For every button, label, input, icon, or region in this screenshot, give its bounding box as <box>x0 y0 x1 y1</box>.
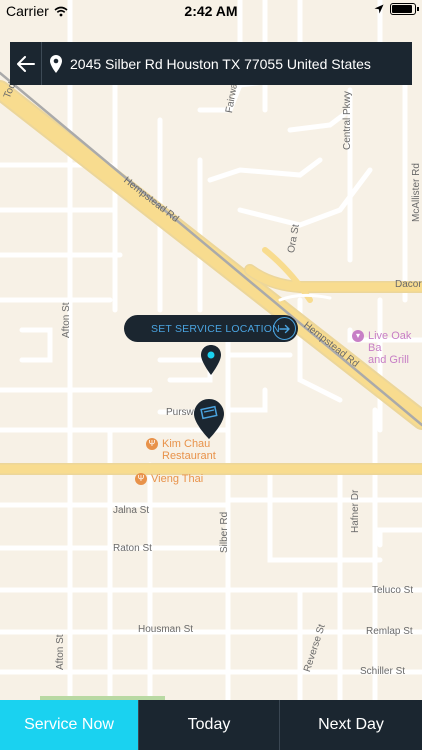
tab-next-day[interactable]: Next Day <box>279 700 422 750</box>
street-label-dacoma: Dacor <box>395 279 422 290</box>
street-label-jalna: Jalna St <box>113 505 150 516</box>
poi-kim-chau[interactable]: Ψ Kim Chau Restaurant <box>146 438 216 462</box>
set-service-location-button[interactable]: SET SERVICE LOCATION <box>124 315 298 342</box>
street-label-teluco: Teluco St <box>372 585 414 596</box>
back-arrow-icon <box>16 55 35 72</box>
bar-icon: ▾ <box>352 330 364 342</box>
restaurant-icon: Ψ <box>135 473 147 485</box>
street-label-mcallister: McAllister Rd <box>411 163 422 222</box>
back-button[interactable] <box>10 42 42 85</box>
battery-icon <box>390 3 419 15</box>
street-label-afton-2: Afton St <box>55 634 66 670</box>
street-label-silber: Silber Rd <box>219 511 230 553</box>
status-bar: Carrier 2:42 AM <box>0 0 422 22</box>
street-label-central: Central Pkwy <box>342 91 353 150</box>
schedule-tab-bar: Service Now Today Next Day <box>0 700 422 750</box>
street-label-housman: Housman St <box>138 624 194 635</box>
status-right <box>374 3 419 15</box>
tab-service-now[interactable]: Service Now <box>0 700 138 750</box>
app-screen: Fairway Pa Central Pkwy McAllister Rd To… <box>0 0 422 750</box>
street-label-schiller: Schiller St <box>360 666 406 677</box>
address-text[interactable]: 2045 Silber Rd Houston TX 77055 United S… <box>70 56 371 72</box>
set-service-location-label: SET SERVICE LOCATION <box>151 322 280 335</box>
street-label-hafner: Hafner Dr <box>350 489 361 533</box>
tab-today[interactable]: Today <box>138 700 279 750</box>
poi-live-oak[interactable]: ▾ Live Oak Ba and Grill <box>352 330 422 366</box>
map-pin-icon <box>201 345 221 375</box>
restaurant-icon: Ψ <box>146 438 158 450</box>
location-pin-icon <box>42 54 70 74</box>
location-arrow-icon <box>374 4 384 14</box>
poi-vieng-thai[interactable]: Ψ Vieng Thai <box>135 473 203 485</box>
street-label-afton-1: Afton St <box>61 302 72 338</box>
street-label-remlap: Remlap St <box>366 626 413 637</box>
poi-label-kim-chau: Kim Chau Restaurant <box>162 438 216 462</box>
street-label-raton: Raton St <box>113 543 152 554</box>
poi-label-vieng-thai: Vieng Thai <box>151 473 204 485</box>
status-time: 2:42 AM <box>184 3 238 19</box>
arrow-right-circle-icon <box>273 317 296 340</box>
address-search-bar[interactable]: 2045 Silber Rd Houston TX 77055 United S… <box>10 42 412 85</box>
map-view[interactable]: Fairway Pa Central Pkwy McAllister Rd To… <box>0 0 422 700</box>
vehicle-pin-icon <box>194 399 224 439</box>
poi-label-live-oak: Live Oak Ba and Grill <box>368 330 412 366</box>
